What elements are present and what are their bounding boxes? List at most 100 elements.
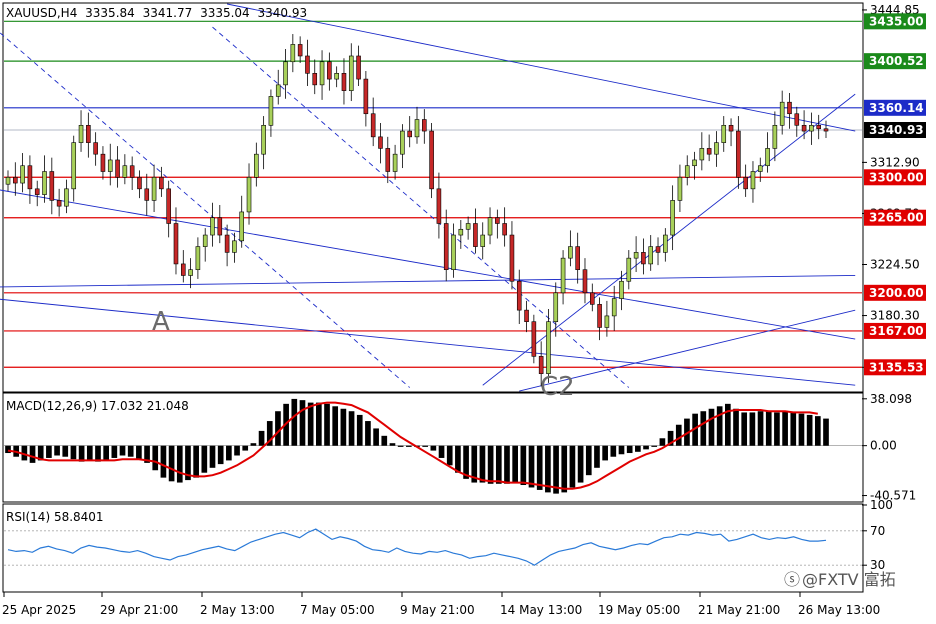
candle-body bbox=[122, 165, 128, 178]
macd-bar bbox=[291, 398, 298, 446]
candle-body bbox=[560, 257, 566, 294]
candle-body bbox=[202, 234, 208, 247]
x-tick-label: 2 May 13:00 bbox=[200, 603, 275, 617]
macd-bar bbox=[373, 428, 379, 446]
macd-bar bbox=[495, 445, 502, 484]
level-label-3200.00: 3200.00 bbox=[869, 286, 924, 300]
candle-body bbox=[180, 263, 186, 276]
x-tick-label: 7 May 05:00 bbox=[300, 603, 375, 617]
candle-body bbox=[597, 304, 602, 328]
macd-bar bbox=[700, 411, 707, 446]
macd-bar bbox=[602, 445, 608, 461]
candle-body bbox=[34, 188, 40, 195]
candle-body bbox=[312, 73, 318, 86]
watermark-icon: ⓢ bbox=[784, 570, 800, 589]
macd-bar bbox=[176, 445, 183, 483]
macd-bar bbox=[307, 402, 314, 446]
candle-body bbox=[348, 55, 354, 91]
macd-bar bbox=[127, 445, 134, 457]
macd-bar bbox=[168, 445, 175, 482]
level-label-3135.53: 3135.53 bbox=[869, 360, 924, 374]
watermark-logo: ⓢ @FXTV 富拓 bbox=[784, 570, 896, 589]
macd-bar bbox=[365, 421, 371, 446]
candle-body bbox=[151, 176, 157, 201]
macd-bar bbox=[512, 445, 518, 483]
candle-body bbox=[524, 309, 529, 322]
candle-body bbox=[750, 171, 756, 190]
candle-body bbox=[633, 252, 639, 259]
macd-bar bbox=[62, 445, 69, 457]
x-tick-label: 19 May 05:00 bbox=[598, 603, 680, 617]
macd-bar bbox=[479, 445, 486, 483]
candle-body bbox=[458, 228, 464, 236]
candle-body bbox=[757, 165, 763, 172]
macd-bar bbox=[258, 430, 265, 446]
level-label-3340.93: 3340.93 bbox=[869, 123, 924, 137]
macd-bar bbox=[765, 411, 772, 446]
candle-body bbox=[305, 55, 310, 74]
x-tick-label: 25 Apr 2025 bbox=[2, 603, 76, 617]
macd-bar bbox=[594, 445, 600, 468]
macd-bar bbox=[806, 414, 813, 446]
candle-body bbox=[56, 200, 62, 207]
macd-bar bbox=[160, 445, 167, 478]
rsi-pane-frame bbox=[2, 503, 864, 593]
candle-body bbox=[465, 223, 471, 230]
candle-body bbox=[436, 188, 442, 224]
level-label-3167.00: 3167.00 bbox=[869, 324, 924, 338]
candle-body bbox=[319, 61, 325, 86]
candle-body bbox=[736, 130, 741, 178]
symbol-text: XAUUSD,H4 bbox=[6, 6, 77, 20]
macd-bar bbox=[774, 412, 780, 446]
candle-body bbox=[414, 119, 420, 138]
rsi-title: RSI(14) 58.8401 bbox=[6, 510, 104, 524]
macd-bar bbox=[651, 445, 658, 447]
macd-bar bbox=[340, 408, 347, 446]
candle-body bbox=[699, 148, 705, 161]
x-tick-label: 21 May 21:00 bbox=[698, 603, 780, 617]
macd-bar bbox=[226, 445, 232, 461]
candle-body bbox=[443, 223, 449, 271]
wave-label-a: A bbox=[152, 307, 170, 337]
macd-bar bbox=[332, 406, 339, 446]
macd-bar bbox=[119, 445, 126, 456]
candle-body bbox=[568, 246, 573, 259]
trend-line bbox=[0, 32, 410, 388]
level-label-3435.00: 3435.00 bbox=[869, 14, 924, 28]
candle-body bbox=[283, 61, 288, 86]
macd-bar bbox=[643, 445, 649, 450]
candle-body bbox=[49, 171, 55, 201]
candle-body bbox=[210, 217, 215, 236]
macd-bar bbox=[348, 411, 355, 446]
x-tick-label: 29 Apr 21:00 bbox=[100, 603, 178, 617]
rsi-tick-label: 100 bbox=[870, 498, 893, 512]
candle-body bbox=[27, 165, 33, 190]
macd-bar bbox=[618, 445, 625, 455]
macd-layer bbox=[4, 398, 862, 494]
candle-body bbox=[137, 176, 142, 190]
macd-bar bbox=[569, 445, 576, 488]
price-tick-label: 3312.90 bbox=[870, 155, 920, 169]
candle-body bbox=[429, 130, 434, 190]
macd-bar bbox=[86, 445, 93, 461]
macd-bar bbox=[405, 445, 412, 447]
candle-body bbox=[407, 130, 412, 138]
macd-bar bbox=[536, 445, 543, 490]
candle-body bbox=[451, 234, 456, 271]
macd-bar bbox=[422, 445, 429, 447]
candle-body bbox=[107, 159, 113, 172]
candle-body bbox=[582, 269, 588, 294]
macd-bar bbox=[528, 445, 535, 488]
price-tick-label: 3180.30 bbox=[870, 309, 920, 323]
macd-bar bbox=[733, 408, 739, 446]
candle-body bbox=[239, 211, 245, 242]
macd-bar bbox=[635, 445, 641, 452]
macd-bar bbox=[782, 411, 788, 446]
candle-body bbox=[290, 44, 296, 63]
candle-body bbox=[144, 188, 150, 201]
candle-body bbox=[173, 223, 179, 265]
macd-bar bbox=[136, 445, 142, 460]
candle-body bbox=[553, 292, 559, 322]
candle-body bbox=[509, 234, 515, 282]
candle-body bbox=[261, 124, 266, 155]
